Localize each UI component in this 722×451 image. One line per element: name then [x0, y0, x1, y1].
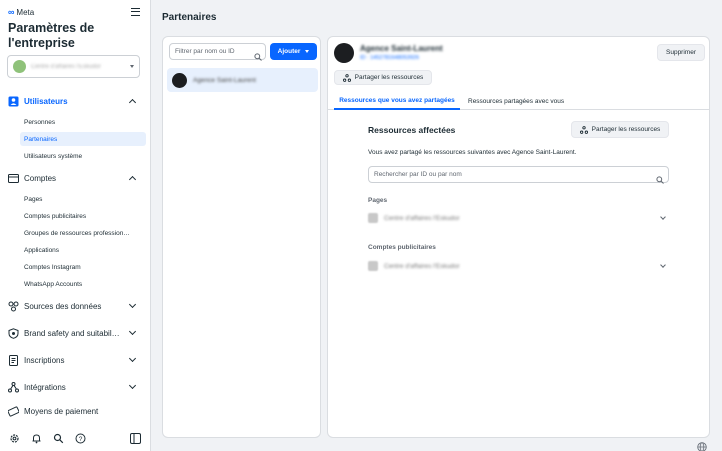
meta-brand-text: Meta: [16, 7, 35, 17]
chevron-down-icon: [660, 261, 666, 268]
sidebar-bottom-toolbar: ?: [8, 432, 141, 444]
tab-shared-with-you[interactable]: Ressources partagées avec vous: [468, 93, 564, 110]
bell-icon[interactable]: [30, 432, 42, 444]
globe-icon[interactable]: [697, 439, 707, 451]
sidebar-section-label: Comptes: [24, 173, 57, 183]
sidebar-item-system-users[interactable]: Utilisateurs système: [20, 149, 146, 163]
resources-description: Vous avez partagé les ressources suivant…: [368, 149, 577, 156]
chevron-up-icon: [128, 175, 137, 184]
sidebar-item-whatsapp-accounts[interactable]: WhatsApp Accounts: [20, 277, 146, 291]
partner-filter-input[interactable]: [169, 43, 266, 60]
sidebar-item-partners[interactable]: Partenaires: [20, 132, 146, 146]
tab-shared-by-you[interactable]: Ressources que vous avez partagées: [334, 93, 460, 110]
search-icon: [656, 171, 664, 189]
panel-toggle-icon[interactable]: [129, 432, 141, 444]
search-icon[interactable]: [52, 432, 64, 444]
partners-list-panel: Ajouter Agence Saint-Laurent: [162, 36, 321, 438]
caret-down-icon: [305, 50, 310, 53]
sidebar-section-users[interactable]: Utilisateurs: [8, 94, 138, 108]
sidebar-section-label: Utilisateurs: [24, 96, 68, 106]
chevron-up-icon: [128, 98, 137, 107]
remove-partner-button[interactable]: Supprimer: [657, 44, 705, 61]
partner-avatar: [172, 72, 187, 88]
shield-icon: [8, 327, 19, 339]
share-button-label: Partager les ressources: [591, 126, 661, 133]
page-title: Partenaires: [162, 12, 217, 23]
sidebar-section-label: Intégrations: [24, 382, 66, 392]
menu-icon[interactable]: [131, 8, 140, 16]
sidebar-section-accounts[interactable]: Comptes: [8, 171, 138, 185]
resource-row-ad-account[interactable]: Centre d'affaires l'Eskudor: [368, 258, 669, 274]
resource-tabs: Ressources que vous avez partagées Resso…: [328, 93, 709, 110]
sidebar-section-label: Sources des données: [24, 301, 102, 311]
resource-name: Centre d'affaires l'Eskudor: [384, 214, 460, 222]
share-icon: [342, 73, 351, 82]
resources-title: Ressources affectées: [368, 125, 456, 135]
help-icon[interactable]: ?: [74, 432, 86, 444]
sidebar-item-ad-accounts[interactable]: Comptes publicitaires: [20, 209, 146, 223]
share-assets-button[interactable]: Partager les ressources: [334, 70, 432, 85]
gear-icon[interactable]: [8, 432, 20, 444]
svg-text:?: ?: [78, 436, 82, 443]
partner-name: Agence Saint-Laurent: [193, 76, 256, 84]
data-sources-icon: [8, 301, 19, 312]
meta-infinity-icon: ∞: [8, 7, 15, 17]
chevron-down-icon: [128, 300, 137, 309]
add-button-label: Ajouter: [277, 48, 301, 55]
sidebar-item-applications[interactable]: Applications: [20, 243, 146, 257]
sidebar-section-integrations[interactable]: Intégrations: [8, 380, 138, 394]
caret-down-icon: [130, 65, 134, 68]
group-label-ad-accounts: Comptes publicitaires: [368, 244, 436, 251]
sidebar-item-asset-groups[interactable]: Groupes de ressources profession…: [20, 226, 146, 240]
group-label-pages: Pages: [368, 197, 388, 204]
page-heading: Paramètres de l'entreprise: [8, 21, 95, 50]
ad-account-thumbnail: [368, 261, 378, 271]
chevron-down-icon: [660, 213, 666, 220]
business-selector[interactable]: Centre d'affaires l'Eskudor: [7, 55, 140, 78]
page-thumbnail: [368, 213, 378, 223]
resource-search-input[interactable]: [368, 166, 669, 183]
sidebar-item-people[interactable]: Personnes: [20, 115, 146, 129]
share-assets-button[interactable]: Partager les ressources: [571, 121, 669, 138]
integrations-icon: [8, 381, 19, 393]
sidebar-section-registrations[interactable]: Inscriptions: [8, 353, 138, 367]
partner-detail-panel: Agence Saint-Laurent ID : 14527816480539…: [327, 36, 710, 438]
chevron-down-icon: [128, 354, 137, 363]
chevron-down-icon: [128, 327, 137, 336]
sidebar-section-label: Brand safety and suitabil…: [24, 328, 120, 338]
payment-icon: [8, 405, 19, 417]
share-icon: [579, 125, 588, 134]
accounts-icon: [8, 173, 19, 184]
users-icon: [8, 96, 19, 107]
sidebar-item-instagram-accounts[interactable]: Comptes Instagram: [20, 260, 146, 274]
sidebar-item-pages[interactable]: Pages: [20, 192, 146, 206]
registrations-icon: [8, 354, 19, 366]
sidebar-section-label: Inscriptions: [24, 355, 65, 365]
partner-detail-name: Agence Saint-Laurent: [360, 44, 443, 53]
resource-row-page[interactable]: Centre d'affaires l'Eskudor: [368, 210, 669, 226]
partner-avatar: [334, 43, 354, 63]
sidebar-section-data-sources[interactable]: Sources des données: [8, 299, 138, 313]
resource-name: Centre d'affaires l'Eskudor: [384, 262, 460, 270]
share-button-label: Partager les ressources: [354, 74, 424, 81]
sidebar-section-label: Moyens de paiement: [24, 406, 99, 416]
search-icon: [254, 48, 262, 66]
sidebar: ∞ Meta Paramètres de l'entreprise Centre…: [0, 0, 151, 451]
business-name: Centre d'affaires l'Eskudor: [31, 63, 101, 70]
business-avatar: [13, 60, 26, 73]
add-partner-button[interactable]: Ajouter: [270, 43, 317, 60]
sidebar-section-brand-safety[interactable]: Brand safety and suitabil…: [8, 326, 138, 340]
meta-logo[interactable]: ∞ Meta: [8, 7, 34, 17]
partner-list-item[interactable]: Agence Saint-Laurent: [167, 68, 318, 92]
sidebar-section-payment-methods[interactable]: Moyens de paiement: [8, 404, 138, 418]
partner-detail-id[interactable]: ID : 1452781648053926: [360, 55, 419, 61]
chevron-down-icon: [128, 381, 137, 390]
